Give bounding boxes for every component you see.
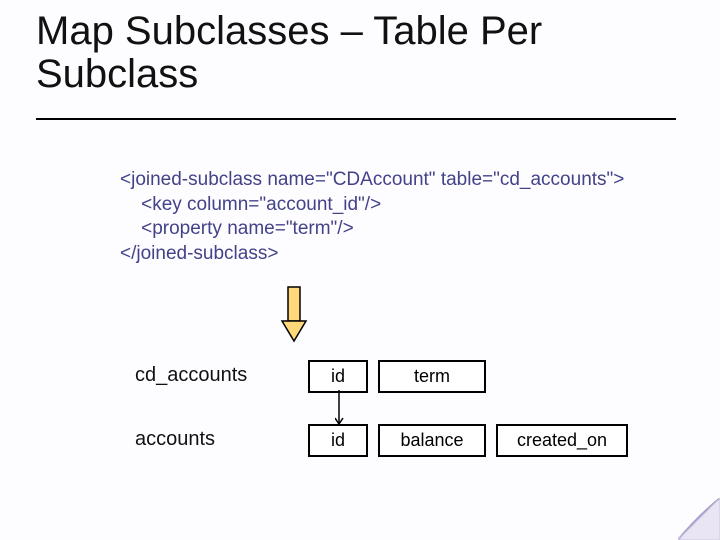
code-line-1: <joined-subclass name="CDAccount" table=… — [120, 169, 624, 190]
down-arrow-icon — [278, 285, 310, 347]
table-label-cd-accounts: cd_accounts — [135, 364, 247, 387]
cell-acct-created-on: created_on — [496, 424, 628, 457]
code-line-3: <property name="term"/> — [120, 218, 354, 239]
code-line-4: </joined-subclass> — [120, 243, 278, 264]
cd-accounts-row: id term — [308, 360, 486, 393]
code-line-2: <key column="account_id"/> — [120, 194, 381, 215]
slide: Map Subclasses – Table Per Subclass <joi… — [0, 0, 720, 540]
accounts-row: id balance created_on — [308, 424, 628, 457]
title-underline — [36, 118, 676, 120]
page-title: Map Subclasses – Table Per Subclass — [36, 10, 676, 96]
cell-acct-id: id — [308, 424, 368, 457]
fk-link-icon — [335, 390, 347, 426]
cell-acct-balance: balance — [378, 424, 486, 457]
table-label-accounts: accounts — [135, 428, 215, 451]
code-snippet: <joined-subclass name="CDAccount" table=… — [120, 168, 680, 267]
cell-cd-id: id — [308, 360, 368, 393]
cell-cd-term: term — [378, 360, 486, 393]
page-curl-icon — [678, 498, 720, 540]
